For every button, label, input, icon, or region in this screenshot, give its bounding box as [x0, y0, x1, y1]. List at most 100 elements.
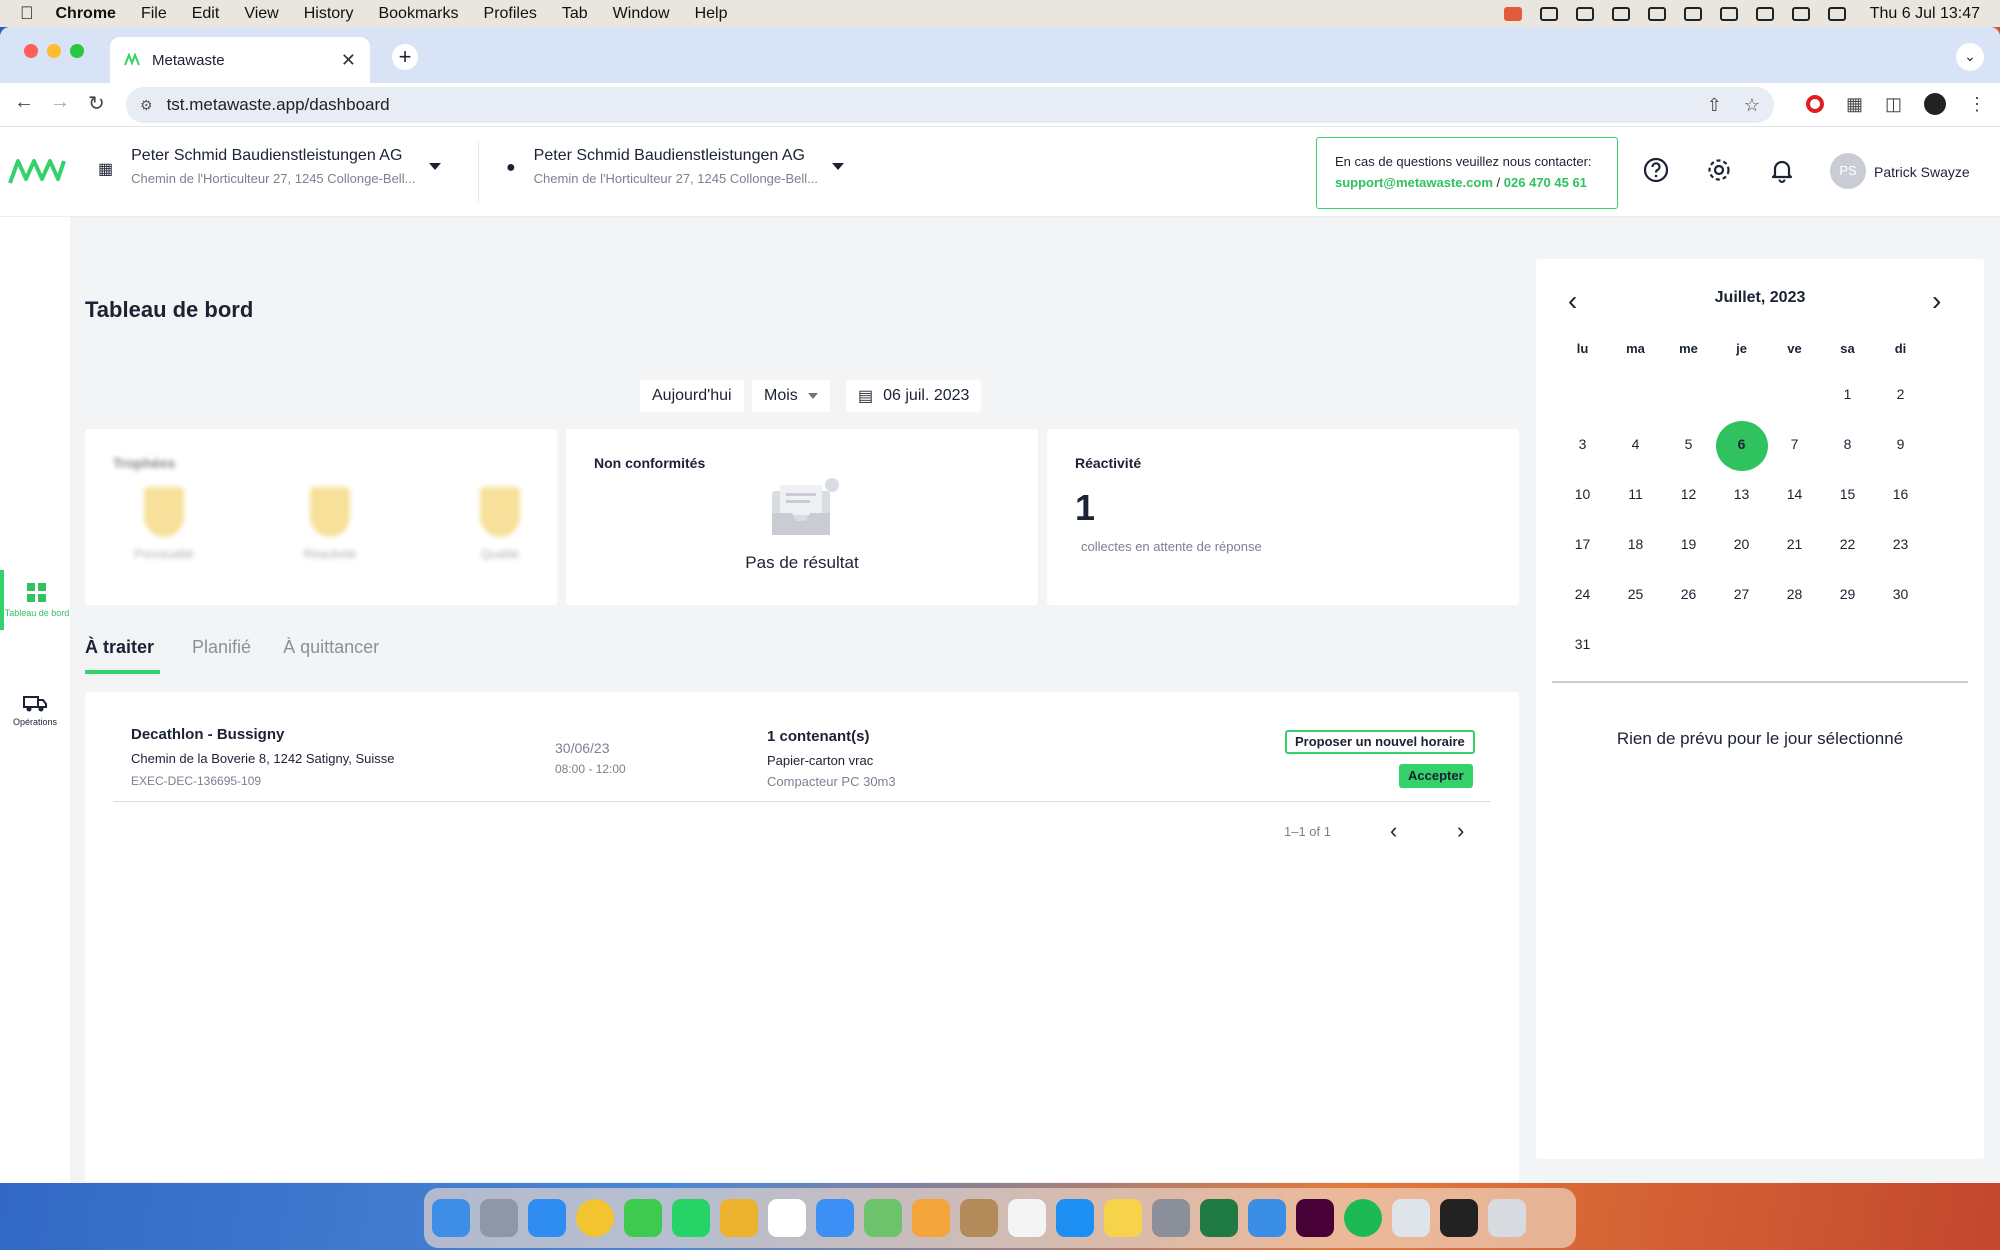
- elephant-app-icon[interactable]: [1248, 1199, 1286, 1237]
- calendar-day[interactable]: 16: [1874, 469, 1927, 519]
- app-store-icon[interactable]: [1056, 1199, 1094, 1237]
- chevron-down-icon[interactable]: [831, 163, 844, 170]
- play-icon[interactable]: [1647, 6, 1666, 21]
- browser-tab-active[interactable]: Metawaste ✕: [110, 37, 370, 83]
- calendar-day[interactable]: 24: [1556, 569, 1609, 619]
- calendar-day[interactable]: 26: [1662, 569, 1715, 619]
- chrome-icon[interactable]: [576, 1199, 614, 1237]
- menu-history[interactable]: History: [304, 5, 354, 23]
- archive-icon[interactable]: [1392, 1199, 1430, 1237]
- minimize-window-button[interactable]: [47, 44, 61, 58]
- calendar-day[interactable]: 2: [1874, 369, 1927, 419]
- excel-icon[interactable]: [1200, 1199, 1238, 1237]
- notifications-bell-icon[interactable]: [1769, 157, 1795, 183]
- calendar-day[interactable]: 20: [1715, 519, 1768, 569]
- headphones-icon[interactable]: [1575, 6, 1594, 21]
- adobe-xd-icon[interactable]: [1296, 1199, 1334, 1237]
- calendar-day[interactable]: 22: [1821, 519, 1874, 569]
- calendar-day[interactable]: 11: [1609, 469, 1662, 519]
- chrome-menu-icon[interactable]: ⋮: [1968, 94, 1986, 115]
- calendar-day[interactable]: 13: [1715, 469, 1768, 519]
- next-page-icon[interactable]: ›: [1457, 818, 1464, 844]
- company-selector[interactable]: ▦ Peter Schmid Baudienstleistungen AG Ch…: [98, 147, 442, 186]
- menu-profiles[interactable]: Profiles: [484, 5, 537, 23]
- calendar-day[interactable]: 5: [1662, 419, 1715, 469]
- calendar-day[interactable]: 31: [1556, 619, 1609, 669]
- accept-button[interactable]: Accepter: [1399, 764, 1473, 788]
- menu-help[interactable]: Help: [695, 5, 728, 23]
- table-row[interactable]: Decathlon - Bussigny Chemin de la Boveri…: [113, 692, 1491, 802]
- calendar-day[interactable]: 10: [1556, 469, 1609, 519]
- spotify-icon[interactable]: [1344, 1199, 1382, 1237]
- menu-bookmarks[interactable]: Bookmarks: [378, 5, 458, 23]
- app-status-icon[interactable]: [1503, 6, 1522, 21]
- photos-icon[interactable]: [912, 1199, 950, 1237]
- maps-icon[interactable]: [864, 1199, 902, 1237]
- close-window-button[interactable]: [24, 44, 38, 58]
- close-tab-icon[interactable]: ✕: [341, 50, 356, 71]
- sidenav-item-dashboard[interactable]: Tableau de bord: [0, 570, 70, 630]
- trash-icon[interactable]: [1488, 1199, 1526, 1237]
- settings-gear-icon[interactable]: [1706, 157, 1732, 183]
- bluetooth-icon[interactable]: [1719, 6, 1738, 21]
- wifi-icon[interactable]: [1791, 6, 1810, 21]
- dropbox-icon[interactable]: [1611, 6, 1630, 21]
- calendar-day[interactable]: 9: [1874, 419, 1927, 469]
- side-panel-icon[interactable]: ◫: [1885, 94, 1902, 115]
- mail-icon[interactable]: [816, 1199, 854, 1237]
- activity-monitor-icon[interactable]: [1440, 1199, 1478, 1237]
- menu-app[interactable]: Chrome: [56, 5, 116, 23]
- calendar-day[interactable]: 23: [1874, 519, 1927, 569]
- address-bar[interactable]: ⚙ tst.metawaste.app/dashboard ⇧ ☆: [126, 87, 1774, 123]
- today-button[interactable]: Aujourd'hui: [640, 380, 744, 412]
- tab-to-acknowledge[interactable]: À quittancer: [283, 637, 379, 674]
- propose-new-schedule-button[interactable]: Proposer un nouvel horaire: [1285, 730, 1475, 754]
- help-icon[interactable]: [1643, 157, 1669, 183]
- tab-planned[interactable]: Planifié: [192, 637, 251, 674]
- next-month-icon[interactable]: ›: [1932, 285, 1941, 317]
- whatsapp-icon[interactable]: [672, 1199, 710, 1237]
- launchpad-icon[interactable]: [480, 1199, 518, 1237]
- calendar-day[interactable]: 17: [1556, 519, 1609, 569]
- safari-icon[interactable]: [528, 1199, 566, 1237]
- profile-avatar-icon[interactable]: [1924, 93, 1946, 115]
- calendar-day[interactable]: 12: [1662, 469, 1715, 519]
- reminders-icon[interactable]: [1008, 1199, 1046, 1237]
- menu-edit[interactable]: Edit: [192, 5, 220, 23]
- screen-mirror-icon[interactable]: [1683, 6, 1702, 21]
- notes-icon[interactable]: [1104, 1199, 1142, 1237]
- calendar-day[interactable]: 15: [1821, 469, 1874, 519]
- extensions-puzzle-icon[interactable]: ▦: [1846, 94, 1863, 115]
- reload-icon[interactable]: ↻: [88, 91, 105, 116]
- calendar-day[interactable]: 14: [1768, 469, 1821, 519]
- period-select[interactable]: Mois: [752, 380, 830, 412]
- calendar-day[interactable]: 19: [1662, 519, 1715, 569]
- share-icon[interactable]: ⇧: [1707, 95, 1722, 116]
- slack-icon[interactable]: [720, 1199, 758, 1237]
- back-icon[interactable]: ←: [14, 91, 34, 114]
- user-name[interactable]: Patrick Swayze: [1874, 164, 1970, 180]
- calendar-day[interactable]: 4: [1609, 419, 1662, 469]
- calendar-day[interactable]: 3: [1556, 419, 1609, 469]
- calendar-day[interactable]: 1: [1821, 369, 1874, 419]
- url-text[interactable]: tst.metawaste.app/dashboard: [167, 95, 390, 115]
- messages-icon[interactable]: [624, 1199, 662, 1237]
- tab-to-process[interactable]: À traiter: [85, 637, 161, 674]
- forward-icon[interactable]: →: [50, 91, 70, 114]
- calendar-day[interactable]: 28: [1768, 569, 1821, 619]
- support-email-link[interactable]: support@metawaste.com: [1335, 175, 1493, 190]
- chevron-down-icon[interactable]: [429, 163, 442, 170]
- menu-window[interactable]: Window: [613, 5, 670, 23]
- cloud-status-icon[interactable]: [1539, 6, 1558, 21]
- calendar-day[interactable]: 8: [1821, 419, 1874, 469]
- control-center-icon[interactable]: [1827, 6, 1846, 21]
- zoom-window-button[interactable]: [70, 44, 84, 58]
- contacts-icon[interactable]: [960, 1199, 998, 1237]
- site-info-icon[interactable]: ⚙: [140, 97, 153, 114]
- metawaste-logo[interactable]: [8, 157, 66, 187]
- date-picker[interactable]: ▤ 06 juil. 2023: [846, 380, 982, 412]
- calendar-app-icon[interactable]: [768, 1199, 806, 1237]
- finder-icon[interactable]: [432, 1199, 470, 1237]
- calendar-day[interactable]: 25: [1609, 569, 1662, 619]
- calendar-day[interactable]: 18: [1609, 519, 1662, 569]
